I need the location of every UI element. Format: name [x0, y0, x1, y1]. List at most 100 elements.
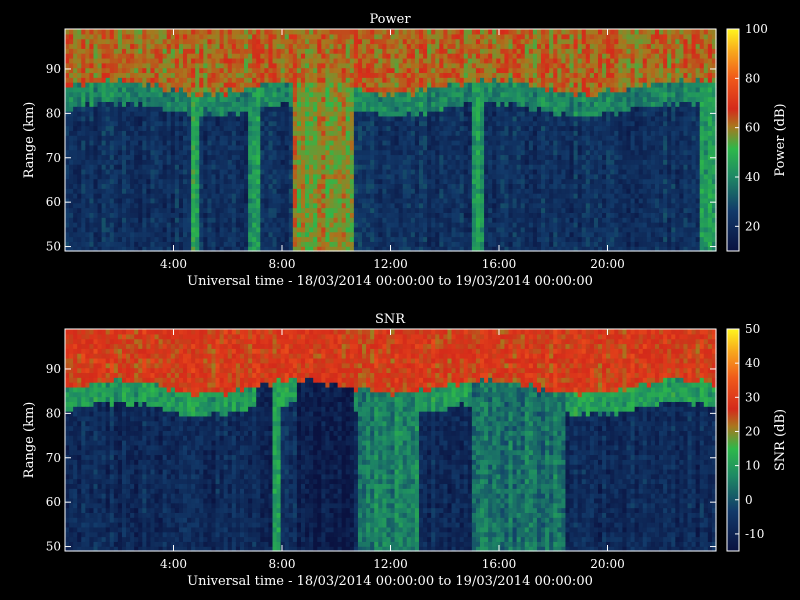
heatmap-cell — [195, 144, 200, 151]
heatmap-cell — [199, 173, 204, 180]
heatmap-cell — [182, 48, 188, 54]
heatmap-cell — [89, 111, 95, 117]
heatmap-cell — [337, 226, 343, 233]
heatmap-cell — [414, 135, 420, 141]
heatmap-cell — [244, 111, 249, 117]
heatmap-cell — [203, 82, 209, 88]
heatmap-cell — [150, 57, 156, 64]
heatmap-cell — [268, 106, 274, 112]
heatmap-cell — [187, 197, 192, 204]
heatmap-cell — [191, 241, 196, 247]
heatmap-cell — [362, 29, 367, 35]
heatmap-cell — [81, 188, 86, 194]
heatmap-cell — [182, 101, 188, 107]
heatmap-cell — [109, 197, 115, 204]
heatmap-cell — [329, 67, 335, 74]
heatmap-cell — [378, 48, 383, 54]
heatmap-cell — [203, 29, 209, 35]
heatmap-cell — [134, 140, 139, 146]
heatmap-cell — [357, 183, 363, 189]
heatmap-cell — [504, 135, 510, 141]
heatmap-cell — [329, 154, 335, 160]
heatmap-cell — [105, 159, 111, 165]
heatmap-cell — [187, 154, 192, 160]
heatmap-cell — [362, 207, 367, 213]
heatmap-cell — [362, 168, 367, 175]
heatmap-cell — [313, 164, 318, 170]
heatmap-cell — [333, 57, 339, 64]
heatmap-cell — [166, 135, 172, 141]
heatmap-cell — [349, 231, 355, 238]
heatmap-cell — [126, 183, 131, 189]
heatmap-cell — [382, 62, 388, 69]
heatmap-cell — [203, 231, 209, 238]
heatmap-cell — [435, 154, 440, 160]
heatmap-cell — [178, 193, 184, 199]
heatmap-cell — [423, 231, 428, 238]
heatmap-cell — [455, 48, 461, 54]
heatmap-cell — [406, 193, 412, 199]
heatmap-cell — [378, 135, 383, 141]
heatmap-cell — [325, 188, 331, 194]
heatmap-cell — [244, 164, 249, 170]
heatmap-cell — [398, 48, 404, 54]
heatmap-cell — [471, 178, 477, 185]
heatmap-cell — [480, 72, 485, 78]
heatmap-cell — [496, 183, 501, 189]
heatmap-cell — [374, 106, 379, 112]
heatmap-cell — [362, 130, 367, 136]
heatmap-cell — [484, 53, 489, 59]
heatmap-cell — [97, 29, 103, 35]
heatmap-cell — [451, 67, 457, 74]
heatmap-cell — [211, 149, 217, 156]
heatmap-cell — [142, 101, 147, 107]
heatmap-cell — [431, 101, 436, 107]
heatmap-cell — [402, 183, 408, 189]
heatmap-cell — [130, 82, 135, 88]
heatmap-cell — [451, 77, 457, 83]
heatmap-cell — [97, 144, 103, 151]
heatmap-cell — [435, 43, 440, 49]
heatmap-cell — [264, 197, 270, 204]
heatmap-cell — [65, 101, 70, 107]
heatmap-cell — [85, 57, 91, 64]
heatmap-cell — [321, 125, 326, 131]
heatmap-cell — [207, 67, 213, 74]
heatmap-cell — [231, 231, 237, 238]
heatmap-cell — [309, 236, 314, 242]
heatmap-cell — [81, 130, 86, 136]
heatmap-cell — [256, 96, 261, 102]
heatmap-cell — [101, 86, 107, 93]
heatmap-cell — [386, 173, 392, 180]
heatmap-cell — [378, 188, 383, 194]
heatmap-cell — [85, 101, 91, 107]
heatmap-cell — [467, 149, 473, 156]
heatmap-cell — [390, 154, 396, 160]
heatmap-cell — [260, 96, 265, 102]
heatmap-cell — [248, 188, 253, 194]
heatmap-cell — [113, 222, 119, 228]
heatmap-cell — [219, 212, 225, 218]
heatmap-cell — [235, 159, 241, 165]
heatmap-cell — [504, 231, 510, 238]
heatmap-cell — [402, 38, 408, 45]
heatmap-cell — [117, 77, 123, 83]
heatmap-cell — [182, 144, 188, 151]
heatmap-cell — [402, 241, 408, 247]
heatmap-cell — [443, 197, 449, 204]
heatmap-cell — [280, 120, 286, 127]
heatmap-cell — [89, 29, 95, 35]
heatmap-cell — [256, 241, 261, 247]
heatmap-cell — [195, 231, 200, 238]
heatmap-cell — [467, 188, 473, 194]
heatmap-cell — [268, 53, 274, 59]
heatmap-cell — [150, 33, 156, 40]
heatmap-cell — [162, 241, 168, 247]
heatmap-cell — [423, 67, 428, 74]
heatmap-cell — [268, 231, 274, 238]
heatmap-cell — [390, 120, 396, 127]
heatmap-cell — [394, 144, 400, 151]
heatmap-cell — [463, 173, 469, 180]
heatmap-cell — [370, 57, 375, 64]
heatmap-cell — [117, 101, 123, 107]
